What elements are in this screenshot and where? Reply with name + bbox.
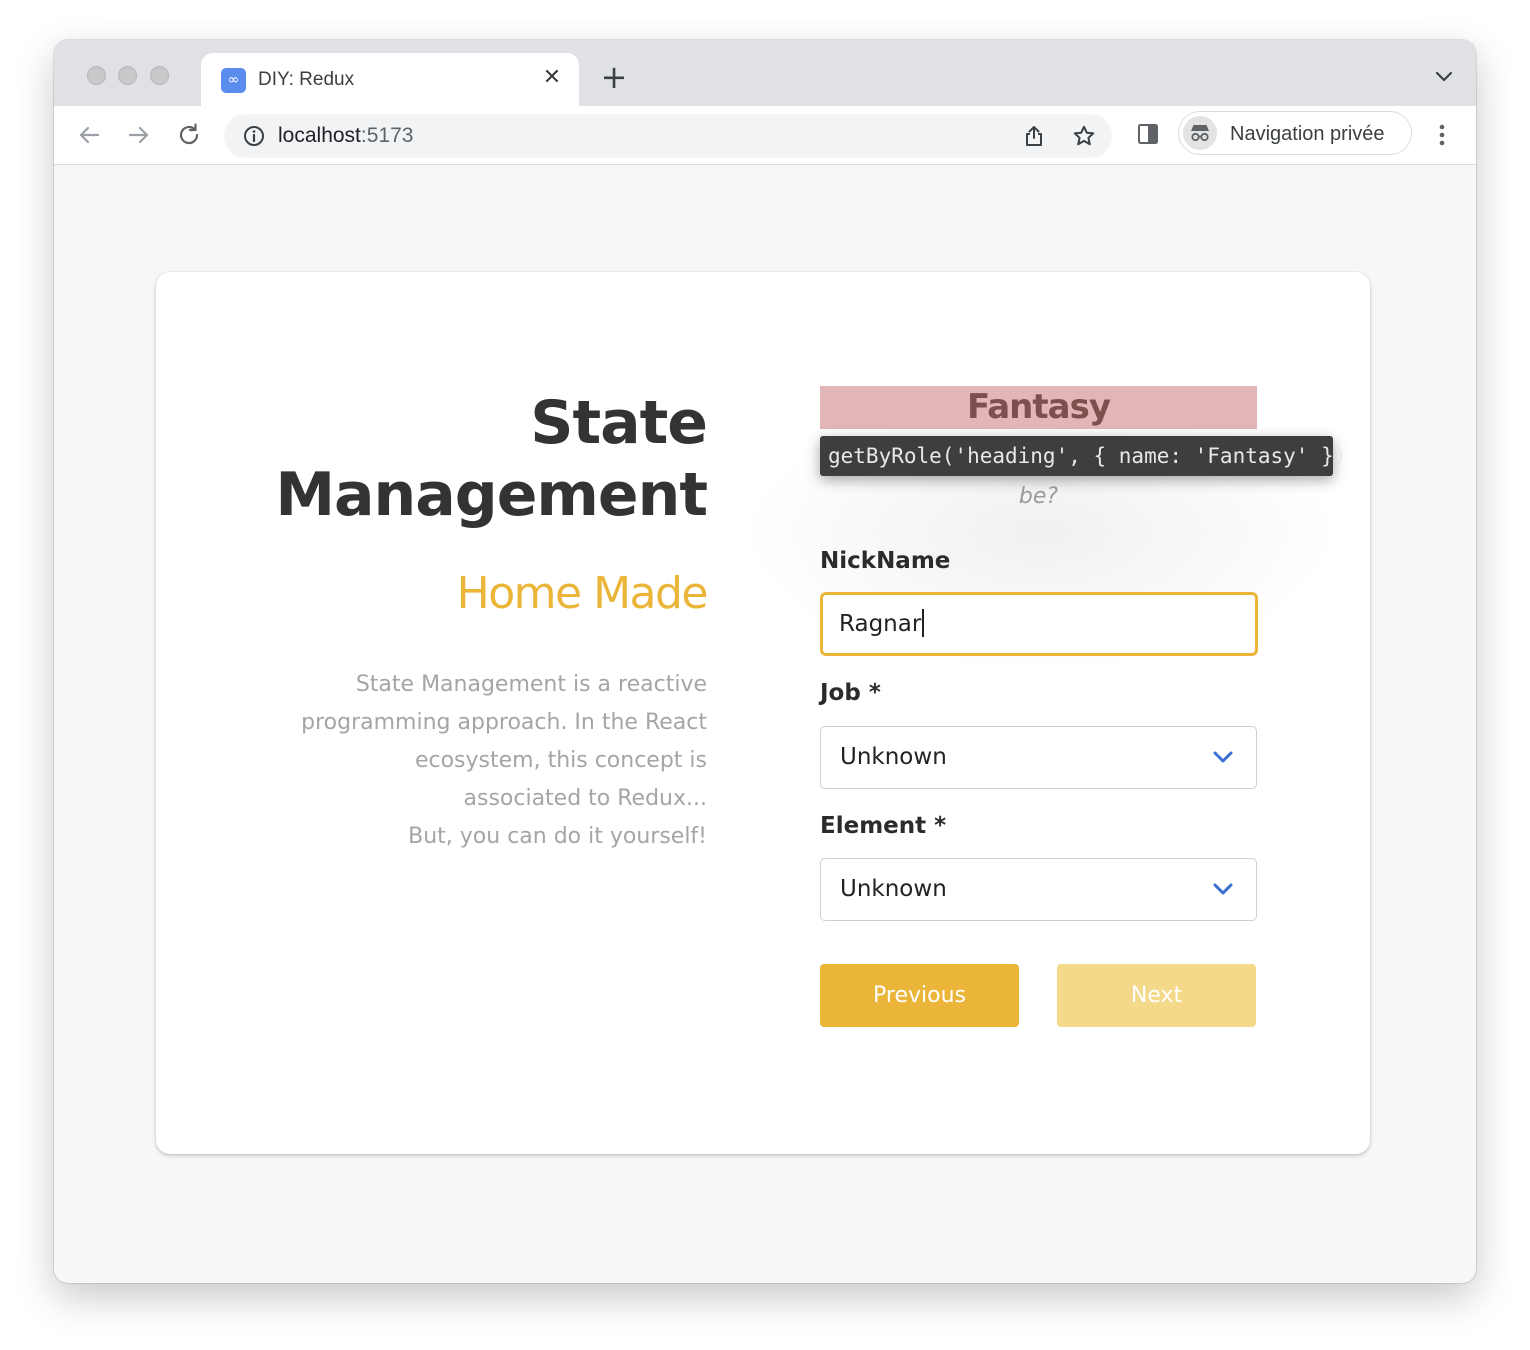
tab-title: DIY: Redux [258, 69, 355, 90]
address-bar[interactable]: localhost:5173 [224, 114, 1112, 158]
chevron-down-icon [1213, 883, 1233, 895]
element-select[interactable]: Unknown [820, 858, 1257, 921]
character-form: Fantasy getByRole('heading', { name: 'Fa… [740, 272, 1346, 1154]
active-tab[interactable]: ∞ DIY: Redux ✕ [201, 53, 579, 107]
more-menu-icon[interactable] [1432, 120, 1452, 150]
url-host: localhost [278, 124, 361, 147]
description-line: programming approach. In the React [301, 710, 707, 735]
url-port: :5173 [360, 124, 414, 147]
form-heading-highlighted: Fantasy [820, 386, 1257, 429]
nickname-label: NickName [820, 548, 951, 574]
previous-button[interactable]: Previous [820, 964, 1019, 1027]
locator-tooltip: getByRole('heading', { name: 'Fantasy' }… [820, 436, 1346, 476]
infinity-favicon-icon: ∞ [221, 68, 246, 93]
url-text: localhost:5173 [278, 124, 413, 148]
profile-label: Navigation privée [1230, 123, 1385, 145]
main-card: State Management Home Made State Managem… [156, 272, 1370, 1154]
zoom-window-button[interactable] [150, 66, 169, 85]
form-question: be? [1018, 484, 1059, 509]
side-panel-icon[interactable] [1136, 122, 1160, 146]
site-info-icon[interactable] [242, 124, 266, 148]
element-select-value: Unknown [840, 876, 947, 902]
incognito-icon [1183, 116, 1217, 150]
page-title-line-1: State [530, 388, 708, 458]
job-select[interactable]: Unknown [820, 726, 1257, 789]
description-line: ecosystem, this concept is [414, 748, 707, 773]
bookmark-star-icon[interactable] [1072, 124, 1096, 148]
new-tab-icon[interactable]: + [597, 60, 631, 94]
page-title: State Management [227, 387, 708, 531]
description-line: But, you can do it yourself! [408, 824, 707, 849]
description-line: State Management is a reactive [355, 672, 707, 697]
minimize-window-button[interactable] [118, 66, 137, 85]
element-label: Element * [820, 813, 947, 839]
nickname-input[interactable]: Ragnar [820, 592, 1258, 656]
text-caret [922, 608, 925, 637]
close-window-button[interactable] [87, 66, 106, 85]
page-title-line-2: Management [275, 460, 708, 530]
close-tab-icon[interactable]: ✕ [539, 65, 565, 91]
forward-arrow-icon[interactable] [124, 120, 154, 150]
browser-window: ∞ DIY: Redux ✕ + localhost:5173 Navigati… [54, 40, 1476, 1283]
tab-strip: ∞ DIY: Redux ✕ + [54, 40, 1476, 107]
job-label: Job * [820, 680, 881, 706]
nickname-value: Ragnar [839, 611, 922, 637]
browser-toolbar: localhost:5173 Navigation privée [54, 106, 1476, 165]
reload-icon[interactable] [174, 120, 204, 150]
chevron-down-icon [1213, 751, 1233, 763]
tab-search-chevron-icon[interactable] [1432, 64, 1456, 88]
page-description: State Management is a reactive programmi… [247, 666, 707, 856]
next-button[interactable]: Next [1057, 964, 1256, 1027]
share-icon[interactable] [1022, 124, 1046, 148]
page-subtitle: Home Made [456, 568, 709, 619]
job-select-value: Unknown [840, 744, 947, 770]
incognito-profile-button[interactable]: Navigation privée [1178, 111, 1412, 155]
description-line: associated to Redux... [463, 786, 708, 811]
back-arrow-icon[interactable] [74, 120, 104, 150]
